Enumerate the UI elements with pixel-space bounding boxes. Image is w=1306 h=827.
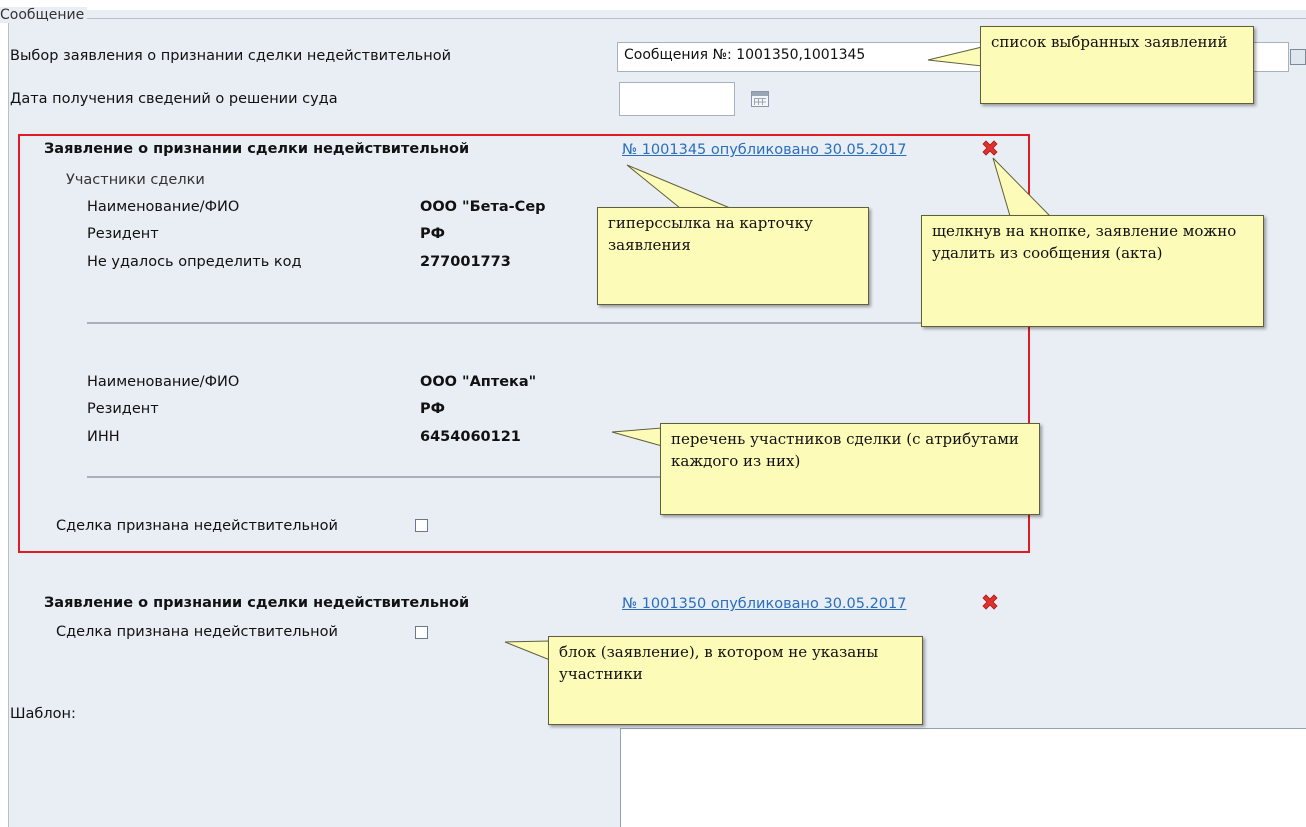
callout-delete-button: щелкнув на кнопке, заявление можно удали…: [921, 215, 1264, 327]
callout-participants-list: перечень участников сделки (с атрибутами…: [660, 423, 1040, 515]
message-panel: Сообщение Выбор заявления о признании сд…: [0, 0, 1306, 827]
callout-hyperlink: гиперссылка на карточку заявления: [597, 207, 869, 305]
callout-selected-list: список выбранных заявлений: [980, 26, 1254, 104]
callout-no-participants: блок (заявление), в котором не указаны у…: [548, 636, 923, 725]
